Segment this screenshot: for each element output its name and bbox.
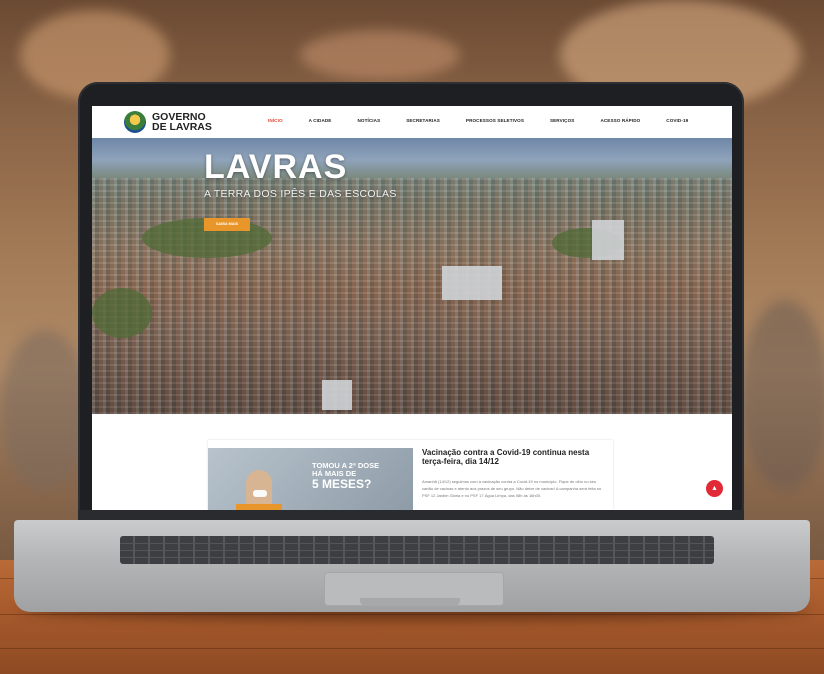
menu-item-a-cidade[interactable]: A CIDADE bbox=[309, 118, 332, 123]
building bbox=[322, 380, 352, 410]
site-logo[interactable]: GOVERNO DE LAVRAS bbox=[152, 112, 212, 133]
hero-banner: LAVRAS A TERRA DOS IPÊS E DAS ESCOLAS SA… bbox=[92, 138, 732, 414]
news-card[interactable]: TOMOU A 2ª DOSE HÁ MAIS DE 5 MESES? Vaci… bbox=[208, 440, 613, 510]
aerial-city-photo bbox=[92, 178, 732, 414]
news-image-line-3: 5 MESES? bbox=[312, 477, 372, 491]
menu-item-covid-19[interactable]: COVID-19 bbox=[666, 118, 688, 123]
news-title[interactable]: Vacinação contra a Covid-19 continua nes… bbox=[422, 448, 607, 466]
scroll-top-button[interactable]: ▲ bbox=[706, 480, 723, 497]
key-row bbox=[120, 557, 714, 558]
key-row bbox=[120, 543, 714, 544]
face-mask bbox=[253, 490, 267, 497]
tree-cluster bbox=[92, 288, 152, 338]
menu-item-acesso-rapido[interactable]: ACESSO RÁPIDO bbox=[600, 118, 640, 123]
news-image-line-2: HÁ MAIS DE bbox=[312, 468, 357, 478]
news-image-caption: TOMOU A 2ª DOSE HÁ MAIS DE 5 MESES? bbox=[312, 462, 379, 490]
wood-grain bbox=[0, 648, 824, 649]
hero-subtitle: A TERRA DOS IPÊS E DAS ESCOLAS bbox=[204, 188, 397, 200]
menu-item-secretarias[interactable]: SECRETARIAS bbox=[406, 118, 440, 123]
menu-item-processos-seletivos[interactable]: PROCESSOS SELETIVOS bbox=[466, 118, 524, 123]
bokeh-light bbox=[740, 300, 824, 490]
bokeh-light bbox=[300, 30, 460, 80]
key-row bbox=[120, 550, 714, 551]
menu-item-noticias[interactable]: NOTÍCIAS bbox=[357, 118, 380, 123]
building bbox=[442, 266, 502, 300]
logo-line-2: DE LAVRAS bbox=[152, 121, 212, 133]
site-header: GOVERNO DE LAVRAS INÍCIO A CIDADE NOTÍCI… bbox=[92, 106, 732, 138]
menu-item-servicos[interactable]: SERVIÇOS bbox=[550, 118, 574, 123]
laptop-screen: GOVERNO DE LAVRAS INÍCIO A CIDADE NOTÍCI… bbox=[92, 106, 732, 510]
hero-title: LAVRAS bbox=[204, 148, 348, 186]
photo-scene: GOVERNO DE LAVRAS INÍCIO A CIDADE NOTÍCI… bbox=[0, 0, 824, 674]
saiba-mais-button[interactable]: SAIBA MAIS bbox=[204, 218, 250, 231]
building bbox=[592, 220, 624, 260]
laptop-front-notch bbox=[360, 598, 460, 606]
menu-item-inicio[interactable]: INÍCIO bbox=[268, 118, 283, 123]
news-image[interactable]: TOMOU A 2ª DOSE HÁ MAIS DE 5 MESES? bbox=[208, 448, 413, 510]
bokeh-light bbox=[0, 330, 90, 490]
coat-of-arms-icon[interactable] bbox=[124, 111, 146, 133]
news-excerpt: Amanhã (14/12) seguimos com a vacinação … bbox=[422, 479, 602, 498]
main-menu: INÍCIO A CIDADE NOTÍCIAS SECRETARIAS PRO… bbox=[268, 118, 688, 123]
chevron-up-icon: ▲ bbox=[711, 485, 718, 492]
news-section: TOMOU A 2ª DOSE HÁ MAIS DE 5 MESES? Vaci… bbox=[92, 414, 732, 510]
